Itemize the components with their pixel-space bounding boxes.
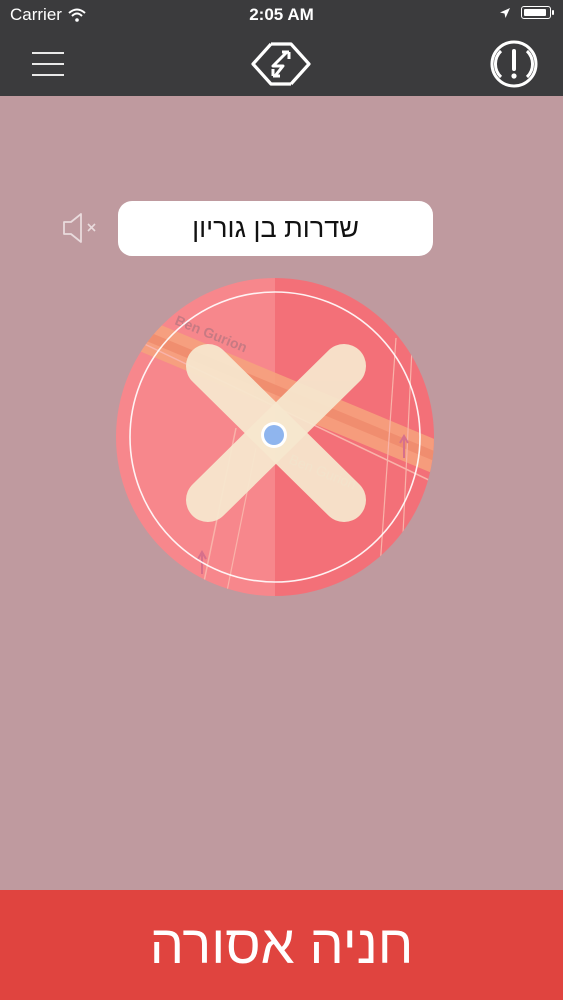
street-name-pill: שדרות בן גוריון [118, 201, 433, 256]
mute-button[interactable] [60, 210, 102, 246]
street-name: שדרות בן גוריון [192, 213, 359, 243]
status-time: 2:05 AM [249, 5, 314, 24]
status-bar: Carrier 2:05 AM [0, 0, 563, 32]
battery-icon [521, 6, 554, 19]
status-right-group [499, 6, 554, 19]
map-circle[interactable]: Ben Gurion Ben Gurion [116, 278, 434, 596]
menu-button[interactable] [20, 32, 76, 96]
location-arrow-icon [500, 7, 510, 18]
alert-button[interactable] [486, 32, 542, 96]
hamburger-menu-icon [32, 52, 64, 76]
speaker-muted-icon [63, 213, 96, 243]
nav-bar [0, 32, 563, 96]
swap-arrows-icon [251, 42, 311, 86]
parking-status-text: חניה אסורה [149, 915, 414, 975]
parking-status-banner: חניה אסורה [0, 890, 563, 1000]
swap-button[interactable] [246, 32, 316, 96]
alert-icon [490, 40, 538, 88]
